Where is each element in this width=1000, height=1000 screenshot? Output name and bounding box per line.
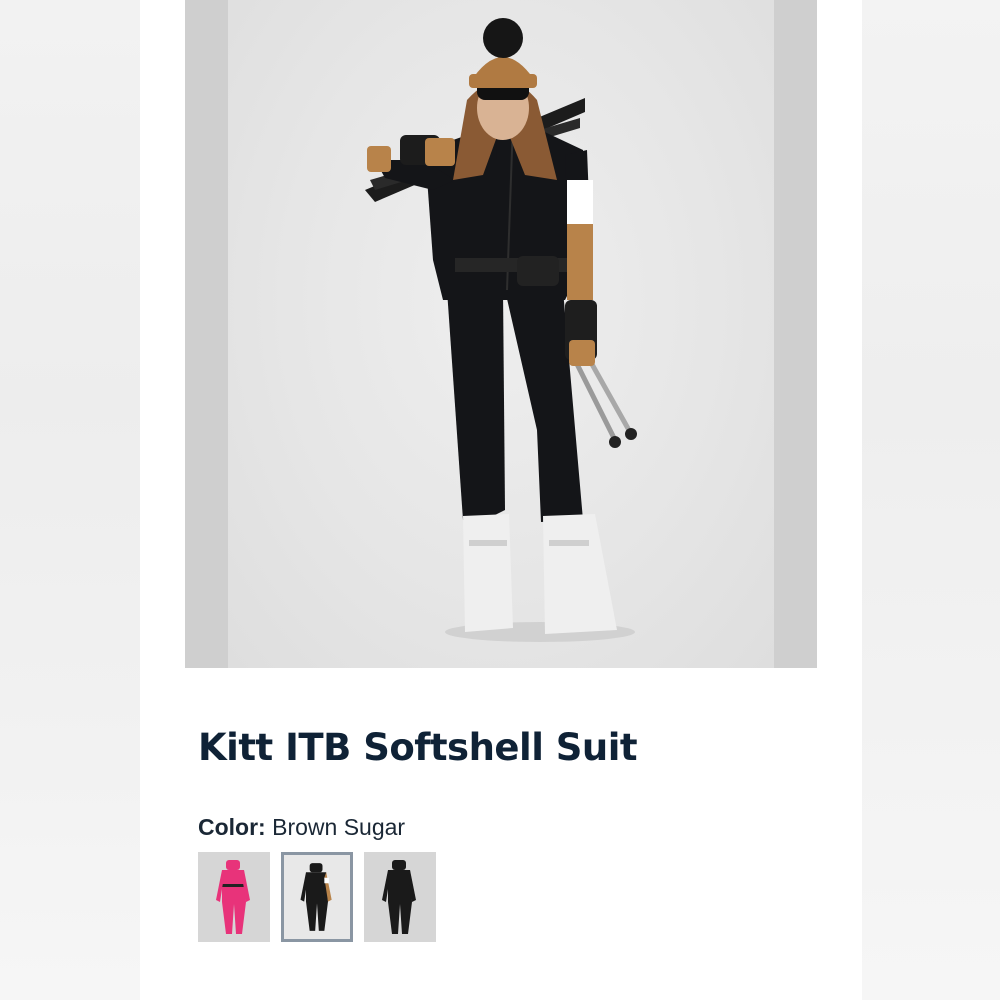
product-hero-image[interactable] (185, 0, 817, 668)
model-illustration (365, 18, 637, 642)
color-swatch-black[interactable] (364, 852, 436, 942)
color-label: Color: (198, 814, 266, 840)
color-swatch-brown-sugar[interactable] (281, 852, 353, 942)
suit-thumbnail-icon (300, 863, 332, 931)
product-title: Kitt ITB Softshell Suit (198, 726, 638, 769)
background-blur-left (0, 0, 140, 1000)
background-blur-right (862, 0, 1000, 1000)
color-swatch-pink[interactable] (198, 852, 270, 942)
color-selection-row: Color: Brown Sugar (198, 814, 405, 841)
selected-color-value: Brown Sugar (272, 814, 406, 840)
suit-thumbnail-icon (382, 860, 416, 934)
suit-thumbnail-icon (216, 860, 250, 934)
